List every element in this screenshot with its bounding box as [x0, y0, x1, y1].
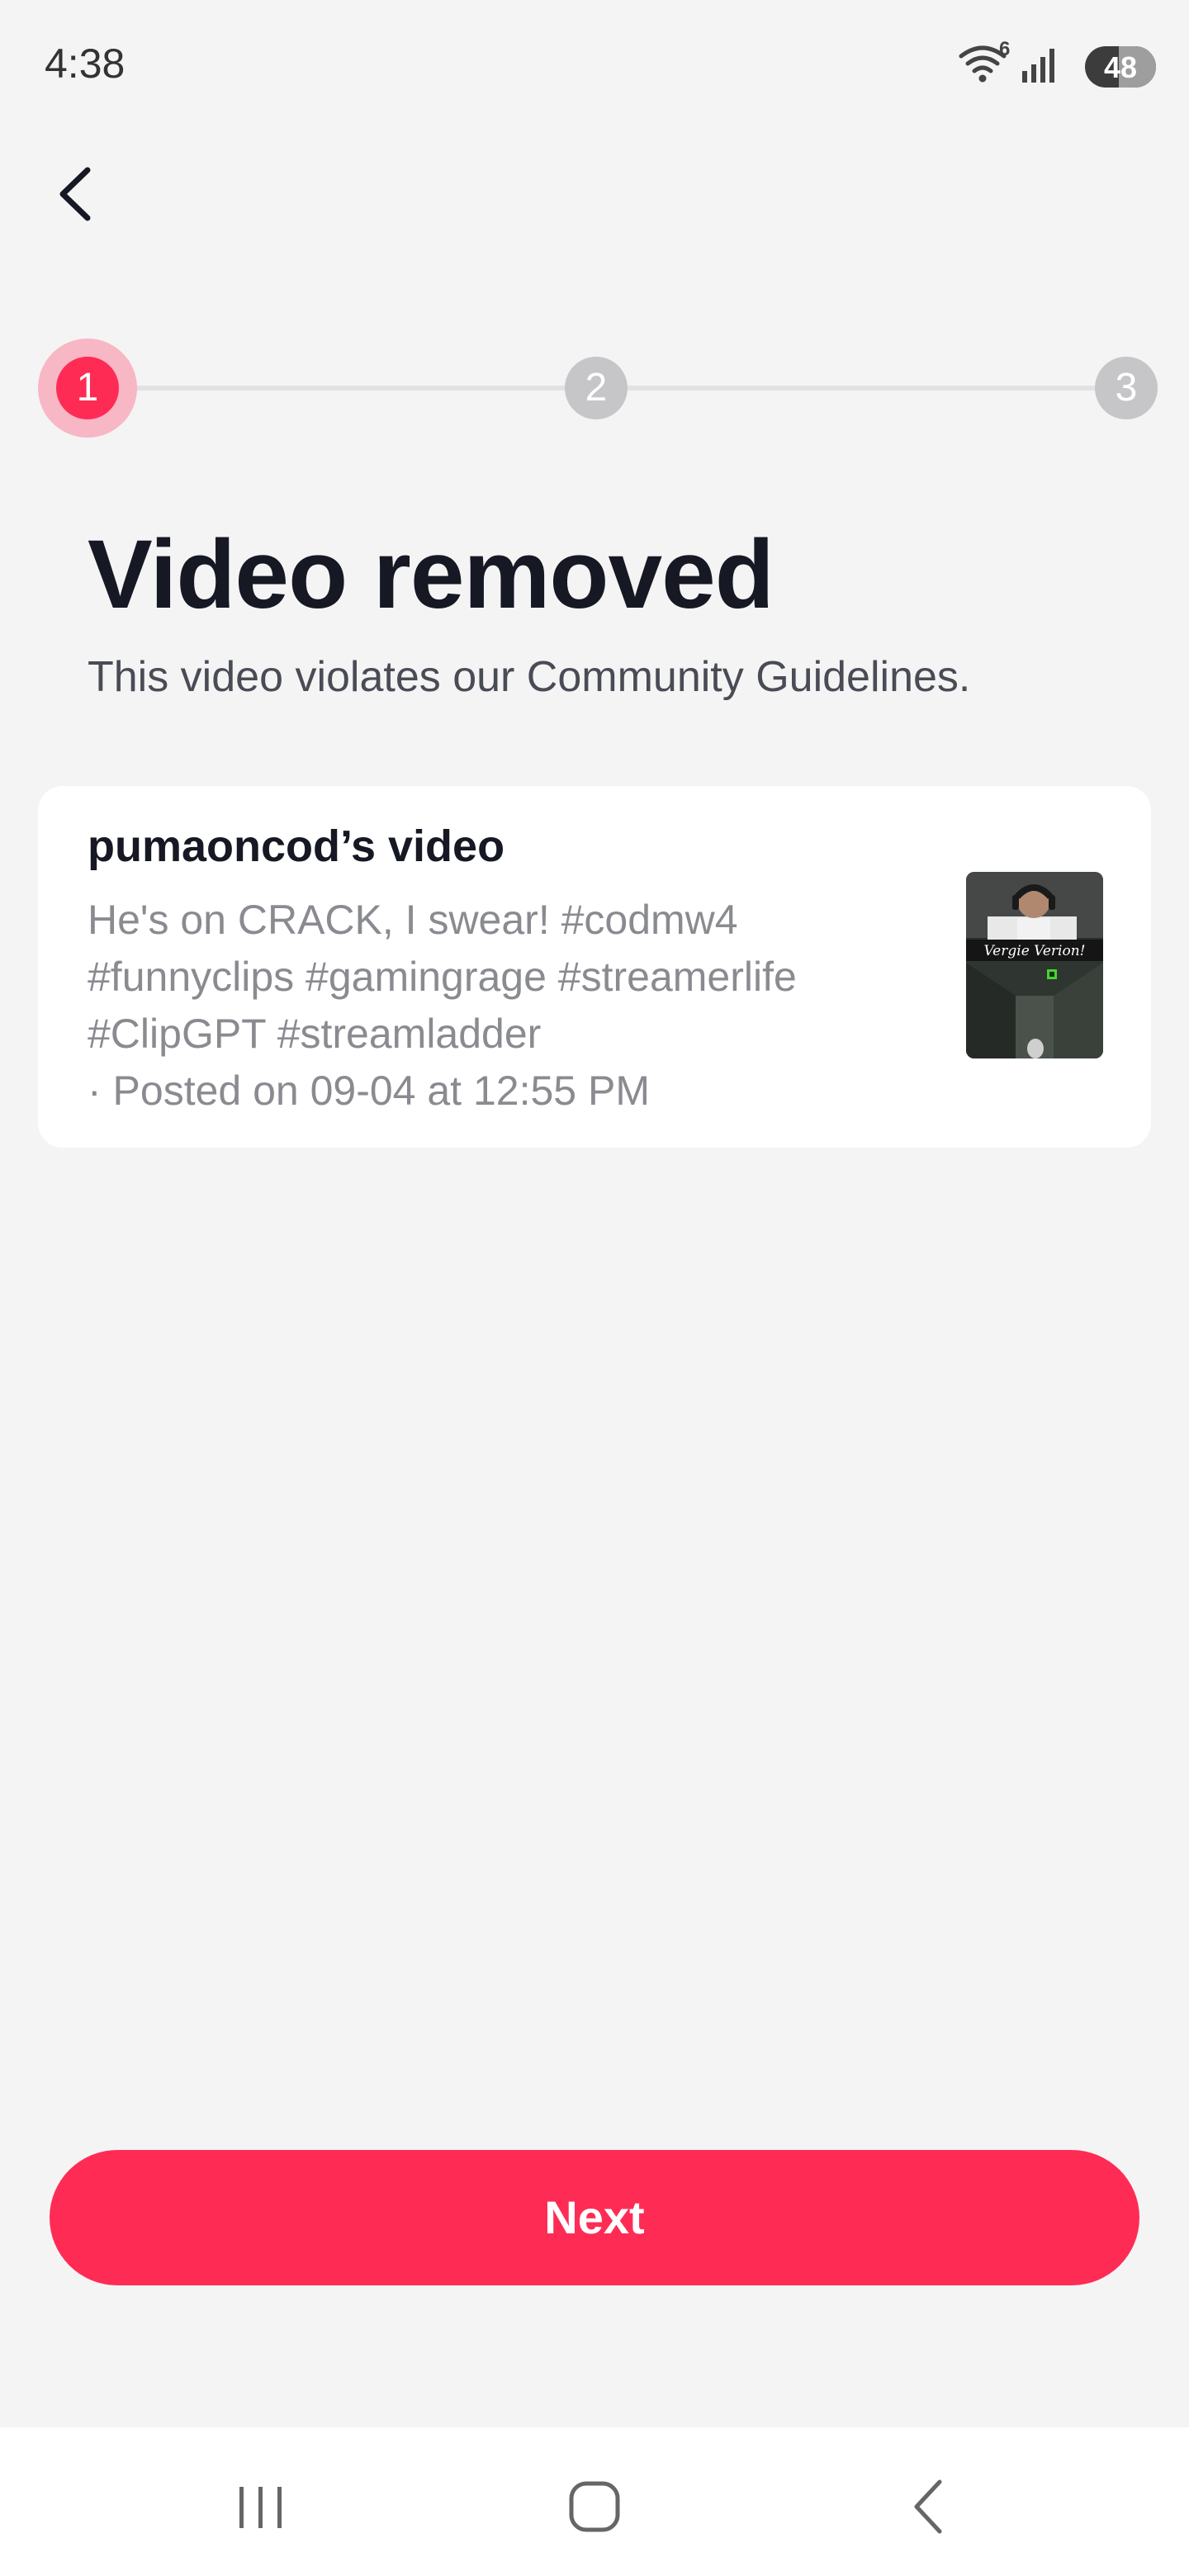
- recents-button[interactable]: [211, 2469, 310, 2543]
- step-connector: [88, 386, 594, 391]
- recents-icon: [239, 2487, 282, 2528]
- home-button[interactable]: [545, 2469, 644, 2543]
- system-back-button[interactable]: [879, 2469, 978, 2543]
- video-card[interactable]: pumaoncod’s video He's on CRACK, I swear…: [38, 786, 1151, 1148]
- chevron-left-icon: [59, 167, 91, 221]
- back-icon: [914, 2479, 942, 2534]
- status-icons: 6 48: [958, 38, 1156, 92]
- video-description-line: #ClipGPT #streamladder: [88, 1011, 542, 1057]
- step-connector: [596, 386, 1126, 391]
- step-2: 2: [565, 357, 628, 419]
- video-description-line: He's on CRACK, I swear! #codmw4: [88, 897, 738, 943]
- thumbnail-caption: Vergie Verion!: [983, 943, 1085, 959]
- video-thumbnail[interactable]: Vergie Verion!: [966, 872, 1103, 1058]
- back-button[interactable]: [46, 157, 112, 231]
- video-posted-date: · Posted on 09-04 at 12:55 PM: [88, 1068, 650, 1114]
- battery-level: 48: [1103, 50, 1138, 84]
- video-description-line: #funnyclips #gamingrage #streamerlife: [88, 954, 797, 1000]
- system-nav-bar: [0, 2427, 1189, 2576]
- step-3: 3: [1095, 357, 1158, 419]
- status-bar: 4:38 6 48: [0, 0, 1189, 132]
- battery-icon: 48: [1085, 46, 1156, 88]
- screen: 4:38 6 48 1 2 3 Video removed This video…: [0, 0, 1189, 2576]
- signal-icon: [1022, 49, 1054, 83]
- step-1: 1: [56, 357, 119, 419]
- page-title: Video removed: [88, 520, 775, 629]
- wifi-badge: 6: [999, 38, 1011, 60]
- status-time: 4:38: [45, 40, 126, 87]
- home-icon: [569, 2481, 620, 2532]
- video-thumbnail-image: Vergie Verion!: [966, 872, 1103, 1058]
- progress-stepper: 1 2 3: [0, 330, 1189, 446]
- page-subtitle: This video violates our Community Guidel…: [88, 653, 971, 701]
- video-card-title: pumaoncod’s video: [88, 822, 505, 871]
- next-button[interactable]: Next: [50, 2150, 1139, 2285]
- video-description: He's on CRACK, I swear! #codmw4 #funnycl…: [88, 892, 930, 1120]
